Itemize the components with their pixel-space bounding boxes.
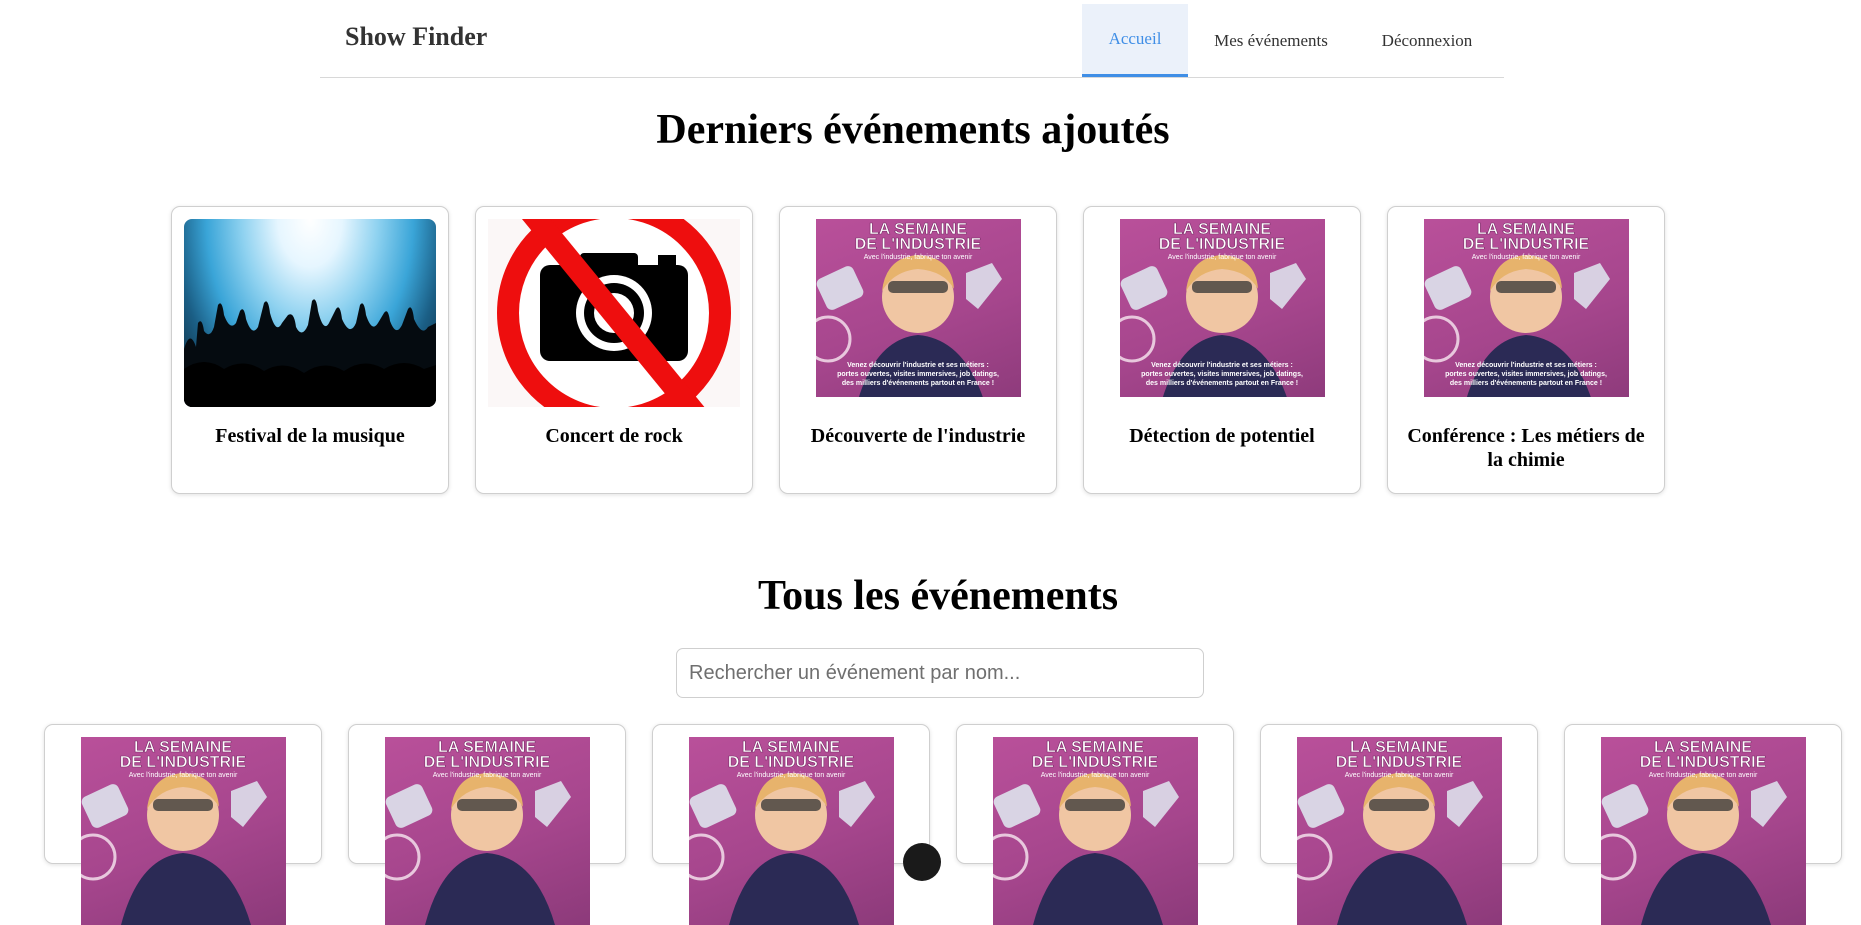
poster-title: LA SEMAINE DE L'INDUSTRIE (1158, 221, 1286, 253)
poster-title: LA SEMAINE DE L'INDUSTRIE (727, 739, 855, 771)
event-card-title: Conférence : Les métiers de la chimie (1407, 425, 1645, 471)
event-card[interactable]: LA SEMAINE DE L'INDUSTRIE Avec l'industr… (1564, 724, 1842, 925)
brand-logo-text[interactable]: Show Finder (345, 22, 487, 52)
event-search-input[interactable] (676, 648, 1204, 698)
poster-subtitle: Avec l'industrie, fabrique ton avenir (1344, 772, 1454, 779)
poster-subtitle: Avec l'industrie, fabrique ton avenir (1167, 254, 1277, 261)
event-card[interactable]: LA SEMAINE DE L'INDUSTRIE Avec l'industr… (956, 724, 1234, 925)
semaine-industrie-poster: LA SEMAINE DE L'INDUSTRIE Avec l'industr… (792, 219, 1044, 407)
poster-subtitle: Avec l'industrie, fabrique ton avenir (736, 772, 846, 779)
event-card[interactable]: LA SEMAINE DE L'INDUSTRIE Avec l'industr… (348, 724, 626, 925)
event-card[interactable]: LA SEMAINE DE L'INDUSTRIE Avec l'industr… (1260, 724, 1538, 925)
poster-title: LA SEMAINE DE L'INDUSTRIE (119, 739, 247, 771)
poster-subtitle: Avec l'industrie, fabrique ton avenir (1648, 772, 1758, 779)
nav-item-accueil[interactable]: Accueil (1082, 4, 1188, 77)
event-card[interactable]: Festival de la musique (171, 206, 449, 494)
scroll-to-top-button[interactable] (903, 843, 941, 881)
poster-subtitle: Avec l'industrie, fabrique ton avenir (432, 772, 542, 779)
concert-crowd-image (184, 219, 436, 407)
event-card-title: Découverte de l'industrie (810, 425, 1026, 447)
event-card[interactable]: Concert de rock (475, 206, 753, 494)
semaine-industrie-poster: LA SEMAINE DE L'INDUSTRIE Avec l'industr… (57, 737, 309, 925)
event-card-title: Concert de rock (545, 425, 683, 447)
event-card[interactable]: LA SEMAINE DE L'INDUSTRIE Avec l'industr… (779, 206, 1057, 494)
poster-title: LA SEMAINE DE L'INDUSTRIE (1031, 739, 1159, 771)
poster-title: LA SEMAINE DE L'INDUSTRIE (1335, 739, 1463, 771)
poster-subtitle: Avec l'industrie, fabrique ton avenir (128, 772, 238, 779)
nav-item-deconnexion[interactable]: Déconnexion (1350, 4, 1504, 77)
event-card[interactable]: LA SEMAINE DE L'INDUSTRIE Avec l'industr… (1083, 206, 1361, 494)
poster-title: LA SEMAINE DE L'INDUSTRIE (423, 739, 551, 771)
event-card-title: Festival de la musique (215, 425, 405, 447)
latest-events-heading: Derniers événements ajoutés (656, 107, 1170, 153)
top-navbar: Show Finder Accueil Mes événements Décon… (320, 0, 1504, 78)
poster-description: Venez découvrir l'industrie et ses métie… (1445, 362, 1607, 387)
semaine-industrie-poster: LA SEMAINE DE L'INDUSTRIE Avec l'industr… (1577, 737, 1829, 925)
nav-menu: Accueil Mes événements Déconnexion (1082, 4, 1504, 78)
event-card[interactable]: LA SEMAINE DE L'INDUSTRIE Avec l'industr… (652, 724, 930, 925)
poster-title: LA SEMAINE DE L'INDUSTRIE (854, 221, 982, 253)
poster-subtitle: Avec l'industrie, fabrique ton avenir (1471, 254, 1581, 261)
nav-item-mes-evenements[interactable]: Mes événements (1188, 4, 1354, 77)
poster-title: LA SEMAINE DE L'INDUSTRIE (1639, 739, 1767, 771)
semaine-industrie-poster: LA SEMAINE DE L'INDUSTRIE Avec l'industr… (361, 737, 613, 925)
semaine-industrie-poster: LA SEMAINE DE L'INDUSTRIE Avec l'industr… (1273, 737, 1525, 925)
poster-description: Venez découvrir l'industrie et ses métie… (837, 362, 999, 387)
no-camera-sign-image (488, 219, 740, 407)
all-events-heading: Tous les événements (757, 573, 1119, 619)
event-card[interactable]: LA SEMAINE DE L'INDUSTRIE Avec l'industr… (44, 724, 322, 925)
poster-title: LA SEMAINE DE L'INDUSTRIE (1462, 221, 1590, 253)
poster-description: Venez découvrir l'industrie et ses métie… (1141, 362, 1303, 387)
poster-subtitle: Avec l'industrie, fabrique ton avenir (1040, 772, 1150, 779)
poster-subtitle: Avec l'industrie, fabrique ton avenir (863, 254, 973, 261)
event-card[interactable]: LA SEMAINE DE L'INDUSTRIE Avec l'industr… (1387, 206, 1665, 494)
event-card-title: Détection de potentiel (1129, 425, 1315, 447)
semaine-industrie-poster: LA SEMAINE DE L'INDUSTRIE Avec l'industr… (1400, 219, 1652, 407)
semaine-industrie-poster: LA SEMAINE DE L'INDUSTRIE Avec l'industr… (969, 737, 1221, 925)
semaine-industrie-poster: LA SEMAINE DE L'INDUSTRIE Avec l'industr… (665, 737, 917, 925)
semaine-industrie-poster: LA SEMAINE DE L'INDUSTRIE Avec l'industr… (1096, 219, 1348, 407)
